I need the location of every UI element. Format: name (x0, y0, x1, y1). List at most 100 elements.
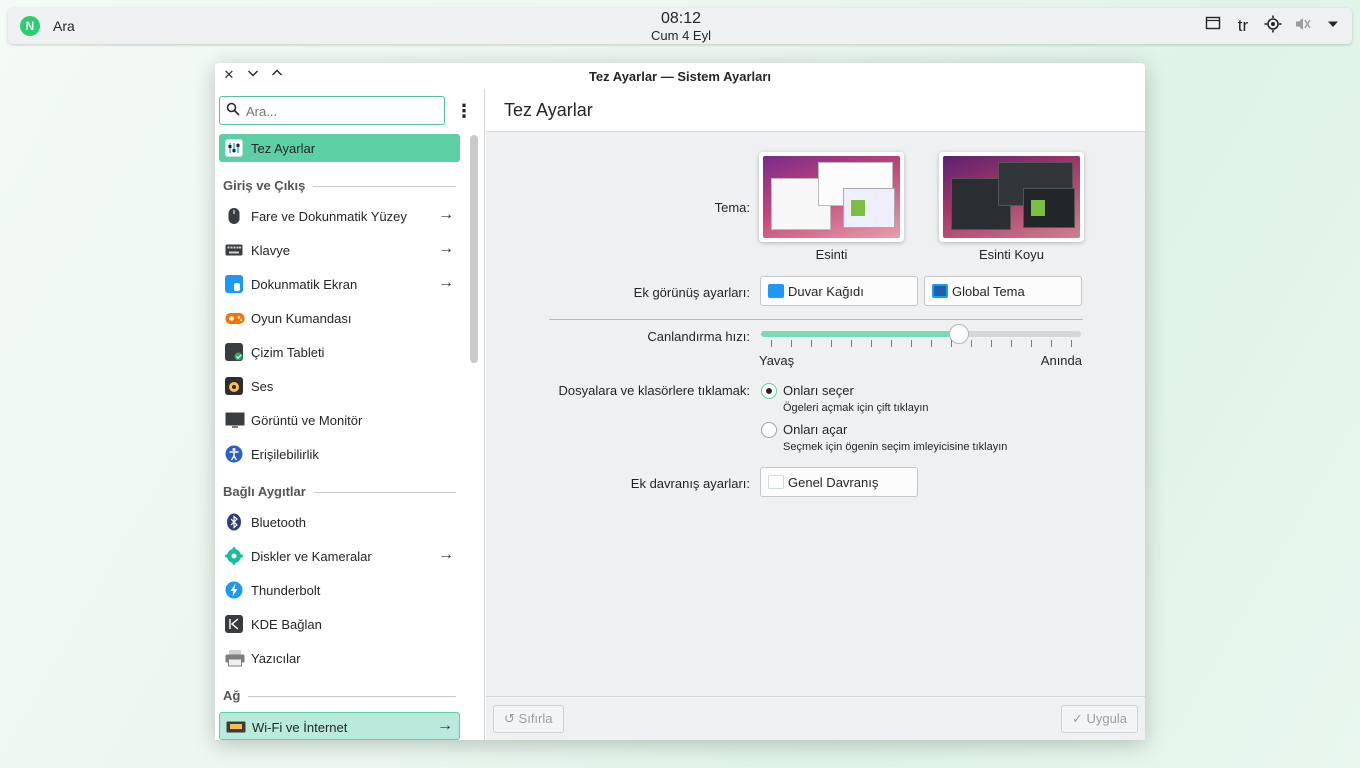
slider-tick (951, 340, 952, 347)
clock[interactable]: 08:12 Cum 4 Eyl (628, 10, 734, 43)
section-input: Giriş ve Çıkış (223, 175, 456, 195)
volume-muted-icon[interactable] (1292, 15, 1314, 37)
extra-behavior-label: Ek davranış ayarları: (630, 476, 750, 491)
radio-open[interactable] (761, 422, 777, 438)
divider (549, 319, 1083, 320)
sidebar-item-disks[interactable]: Diskler ve Kameralar → (219, 542, 460, 570)
arrow-right-icon: → (438, 240, 454, 257)
sidebar-item-label: Klavye (251, 243, 291, 258)
arrow-right-icon: → (438, 206, 454, 223)
theme-preview-dark (943, 156, 1080, 238)
slider-ticks (771, 340, 1072, 348)
theme-thumbnail-dark[interactable] (939, 152, 1084, 242)
slider-tick (1051, 340, 1052, 347)
kebab-menu-icon[interactable]: ⋮ (455, 99, 473, 123)
sidebar-item-touchscreen[interactable]: Dokunmatik Ekran → (219, 270, 460, 298)
sidebar-item-label: Diskler ve Kameralar (251, 549, 372, 564)
sidebar-item-printers[interactable]: Yazıcılar (219, 644, 460, 672)
slider-tick (931, 340, 932, 347)
arrow-right-icon: → (438, 546, 454, 563)
sidebar-item-kdeconnect[interactable]: KDE Bağlan (219, 610, 460, 638)
arrow-right-icon: → (438, 274, 454, 291)
slider-tick (891, 340, 892, 347)
sidebar-item-label: Çizim Tableti (251, 345, 325, 360)
sidebar-item-mouse[interactable]: Fare ve Dokunmatik Yüzey → (219, 202, 460, 230)
section-divider (223, 696, 456, 697)
settings-content: Tema: Esinti Esinti Koyu Ek görünüş ayar… (486, 132, 1145, 696)
wallpaper-icon (768, 284, 784, 298)
theme-thumbnail-light[interactable] (759, 152, 904, 242)
sidebar-scrollbar[interactable] (470, 135, 478, 363)
sidebar-item-label: Bluetooth (251, 515, 306, 530)
sidebar: ⋮ Tez Ayarlar Giriş ve Çıkış Fare ve Dok… (215, 89, 485, 740)
panel-search-label[interactable]: Ara (53, 18, 75, 34)
sidebar-item-keyboard[interactable]: Klavye → (219, 236, 460, 264)
section-network: Ağ (223, 685, 456, 705)
keyboard-layout-indicator[interactable]: tr (1232, 15, 1254, 37)
sidebar-item-label: Yazıcılar (251, 651, 301, 666)
kdeconnect-icon (225, 615, 243, 633)
sidebar-item-label: KDE Bağlan (251, 617, 322, 632)
sidebar-item-thunderbolt[interactable]: Thunderbolt (219, 576, 460, 604)
tray-expand-icon[interactable] (1322, 15, 1344, 37)
slider-tick (851, 340, 852, 347)
sidebar-item-label: Dokunmatik Ekran (251, 277, 358, 292)
slider-tick (1031, 340, 1032, 347)
reset-button-label: Sıfırla (518, 711, 553, 726)
sidebar-item-network[interactable]: Wi-Fi ve İnternet → (219, 712, 460, 740)
gamepad-icon (225, 309, 245, 327)
wallpaper-button[interactable]: Duvar Kağıdı (760, 276, 918, 306)
sidebar-item-label: Erişilebilirlik (251, 447, 319, 462)
brightness-icon[interactable] (1262, 15, 1284, 37)
slider-tick (971, 340, 972, 347)
clipboard-icon[interactable] (1202, 15, 1224, 37)
sidebar-item-label: Thunderbolt (251, 583, 321, 598)
speaker-icon (225, 377, 243, 395)
theme-name-light: Esinti (815, 247, 848, 262)
apply-button[interactable]: ✓ Uygula (1061, 705, 1138, 733)
slider-fill (761, 331, 959, 337)
reset-button[interactable]: ↺ Sıfırla (493, 705, 564, 733)
titlebar[interactable]: ✕ Tez Ayarlar — Sistem Ayarları (215, 63, 1145, 89)
monitor-icon (225, 411, 245, 429)
sidebar-item-label: Oyun Kumandası (251, 311, 352, 326)
general-behavior-button[interactable]: Genel Davranış (760, 467, 918, 497)
search-field[interactable] (219, 96, 445, 125)
sidebar-item-quick-settings[interactable]: Tez Ayarlar (219, 134, 460, 162)
slider-tick (1011, 340, 1012, 347)
section-label: Ağ (223, 688, 249, 703)
radio-select[interactable] (761, 383, 777, 399)
bluetooth-icon (225, 513, 243, 531)
theme-name-dark: Esinti Koyu (978, 247, 1045, 262)
sidebar-item-sound[interactable]: Ses (219, 372, 460, 400)
mouse-icon (225, 207, 243, 225)
theme-label: Tema: (714, 200, 750, 215)
quick-settings-icon (225, 139, 243, 157)
global-theme-button[interactable]: Global Tema (924, 276, 1082, 306)
sidebar-item-label: Fare ve Dokunmatik Yüzey (251, 209, 407, 224)
animation-speed-slider[interactable] (761, 324, 1081, 344)
radio-open-label[interactable]: Onları açar (783, 422, 847, 437)
arrow-right-icon: → (437, 717, 453, 734)
page-header: Tez Ayarlar (486, 89, 1145, 132)
footer-bar: ↺ Sıfırla ✓ Uygula (486, 696, 1145, 740)
sidebar-item-label: Tez Ayarlar (251, 141, 316, 156)
sidebar-item-bluetooth[interactable]: Bluetooth (219, 508, 460, 536)
undo-icon: ↺ (504, 711, 515, 726)
n-logo-icon[interactable]: N (20, 16, 40, 36)
checkmark-icon: ✓ (1072, 711, 1083, 726)
global-theme-button-label: Global Tema (952, 284, 1025, 299)
sidebar-item-display[interactable]: Görüntü ve Monitör (219, 406, 460, 434)
keyboard-icon (225, 241, 243, 259)
sidebar-item-accessibility[interactable]: Erişilebilirlik (219, 440, 460, 468)
search-input[interactable] (246, 101, 436, 121)
radio-select-label[interactable]: Onları seçer (783, 383, 854, 398)
sidebar-item-gamepad[interactable]: Oyun Kumandası (219, 304, 460, 332)
network-icon (226, 718, 246, 736)
sidebar-item-tablet[interactable]: Çizim Tableti (219, 338, 460, 366)
accessibility-icon (225, 445, 243, 463)
top-panel: N Ara 08:12 Cum 4 Eyl tr (8, 8, 1352, 44)
window-title: Tez Ayarlar — Sistem Ayarları (588, 69, 772, 84)
tablet-icon (225, 343, 243, 361)
slider-tick (791, 340, 792, 347)
